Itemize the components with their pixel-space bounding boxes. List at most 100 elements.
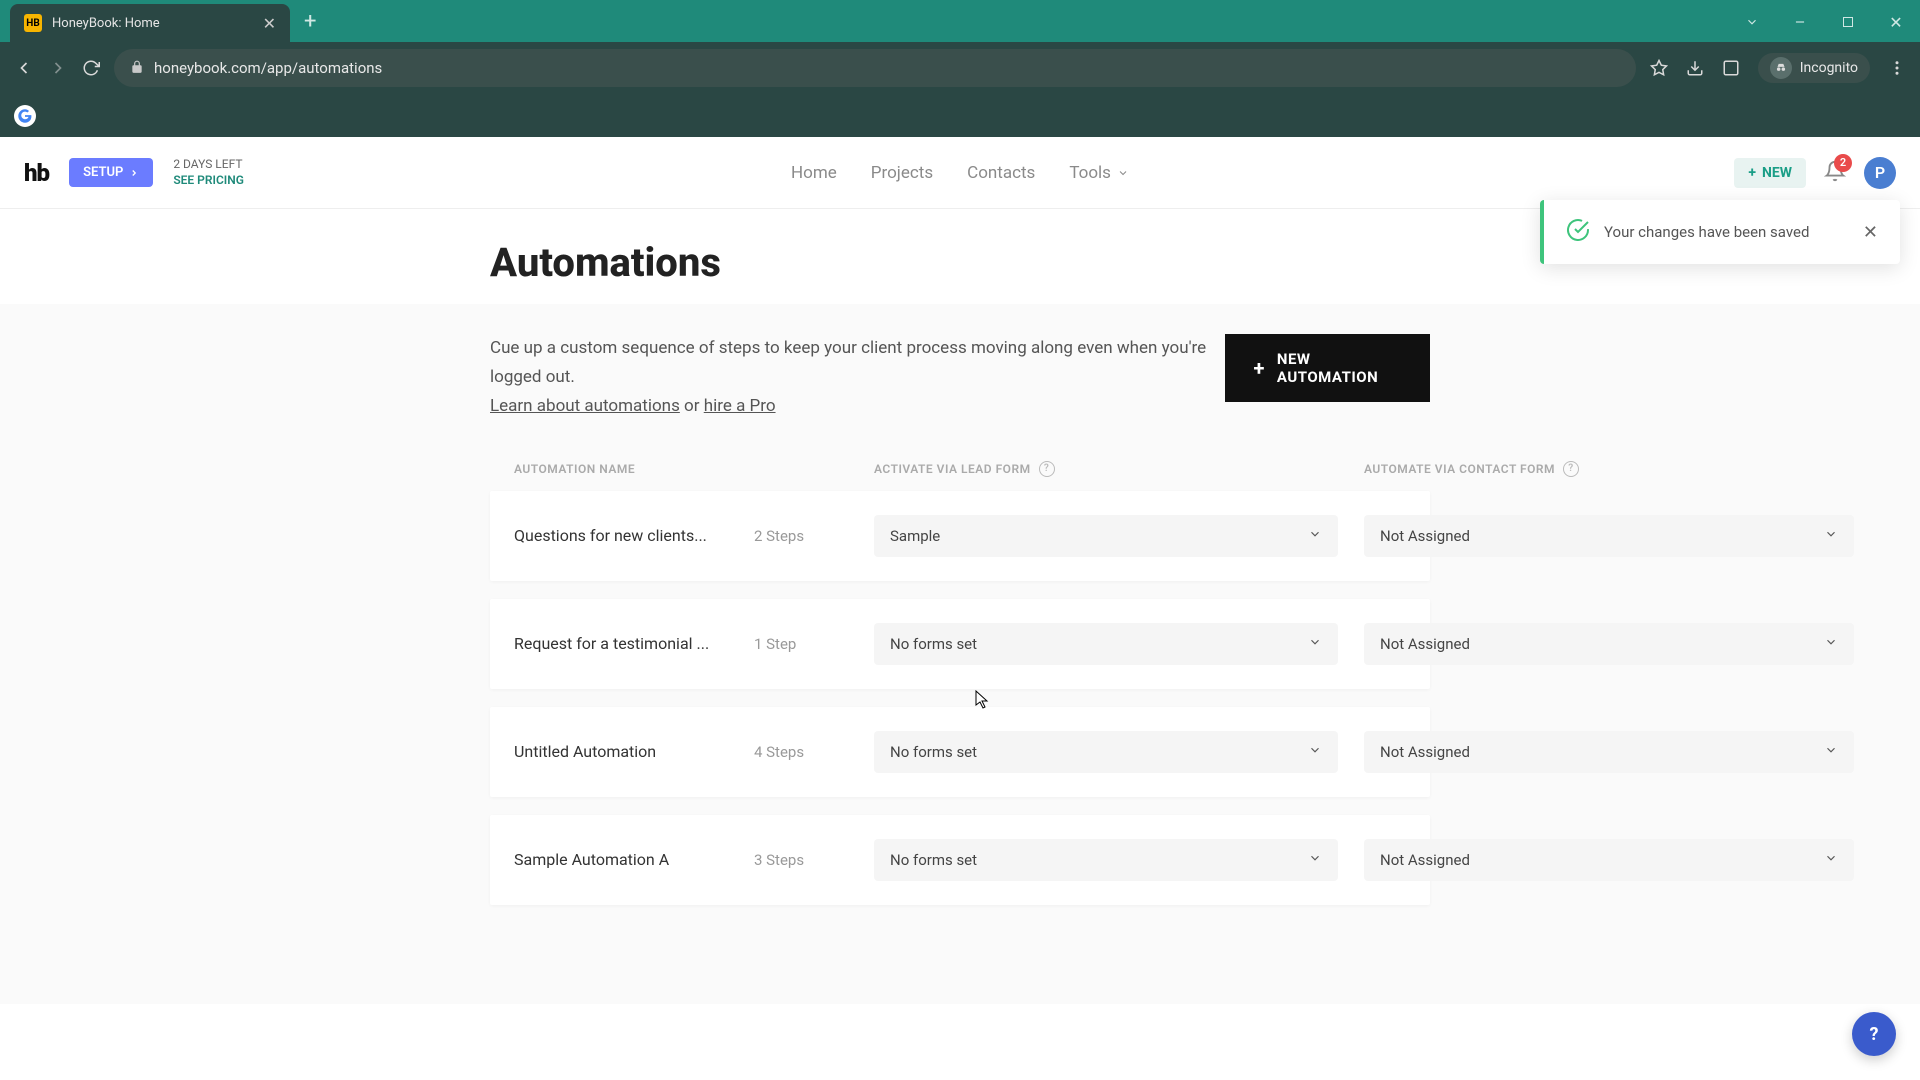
help-icon[interactable]: ? — [1039, 461, 1055, 477]
automation-steps: 1 Step — [754, 635, 874, 653]
menu-icon[interactable] — [1888, 59, 1906, 77]
plus-icon: + — [1253, 356, 1264, 380]
see-pricing-link[interactable]: SEE PRICING — [173, 173, 244, 189]
close-icon[interactable]: ✕ — [1863, 222, 1878, 243]
new-button[interactable]: + NEW — [1734, 158, 1806, 188]
learn-link[interactable]: Learn about automations — [490, 396, 680, 416]
url-text: honeybook.com/app/automations — [154, 59, 382, 77]
minimize-icon[interactable] — [1786, 8, 1814, 36]
col-lead-label: ACTIVATE VIA LEAD FORM — [874, 462, 1031, 476]
lead-form-dropdown[interactable]: No forms set — [874, 623, 1338, 665]
tab-title: HoneyBook: Home — [52, 16, 160, 31]
check-circle-icon — [1566, 218, 1590, 246]
chevron-down-icon[interactable] — [1738, 8, 1766, 36]
setup-button[interactable]: SETUP — [69, 158, 153, 187]
help-icon[interactable]: ? — [1563, 461, 1579, 477]
extensions-icon[interactable] — [1722, 59, 1740, 77]
table-row[interactable]: Sample Automation A 3 Steps No forms set… — [490, 815, 1430, 905]
browser-tab[interactable]: HB HoneyBook: Home ✕ — [10, 4, 290, 42]
lead-form-dropdown[interactable]: No forms set — [874, 731, 1338, 773]
col-lead: ACTIVATE VIA LEAD FORM ? — [874, 461, 1364, 477]
chevron-down-icon — [1824, 527, 1838, 545]
table-row[interactable]: Untitled Automation 4 Steps No forms set… — [490, 707, 1430, 797]
chevron-down-icon — [1117, 167, 1129, 179]
automation-steps: 2 Steps — [754, 527, 874, 545]
table-header: AUTOMATION NAME ACTIVATE VIA LEAD FORM ?… — [490, 461, 1430, 491]
notif-badge: 2 — [1834, 154, 1852, 172]
chevron-down-icon — [1308, 527, 1322, 545]
close-icon[interactable]: ✕ — [263, 14, 276, 33]
download-icon[interactable] — [1686, 59, 1704, 77]
close-window-icon[interactable]: ✕ — [1882, 8, 1910, 36]
trial-info: 2 DAYS LEFT SEE PRICING — [173, 157, 244, 188]
forward-icon[interactable] — [48, 58, 68, 78]
star-icon[interactable] — [1650, 59, 1668, 77]
chevron-down-icon — [1824, 851, 1838, 869]
favicon-icon: HB — [24, 14, 42, 32]
back-icon[interactable] — [14, 58, 34, 78]
maximize-icon[interactable] — [1834, 8, 1862, 36]
app-logo[interactable]: hb — [24, 159, 49, 187]
col-contact: AUTOMATE VIA CONTACT FORM ? — [1364, 461, 1854, 477]
dropdown-value: No forms set — [890, 743, 977, 761]
nav-bar: honeybook.com/app/automations Incognito — [0, 42, 1920, 94]
col-name: AUTOMATION NAME — [514, 461, 874, 477]
automation-name: Request for a testimonial ... — [514, 634, 754, 653]
incognito-indicator[interactable]: Incognito — [1758, 53, 1870, 83]
contact-form-dropdown[interactable]: Not Assigned — [1364, 731, 1854, 773]
google-bookmark-icon[interactable] — [14, 105, 36, 127]
new-automation-button[interactable]: + NEW AUTOMATION — [1225, 334, 1430, 402]
page-title: Automations — [490, 239, 1430, 286]
nav-tools-label: Tools — [1069, 163, 1111, 183]
table-row[interactable]: Request for a testimonial ... 1 Step No … — [490, 599, 1430, 689]
notification-bell[interactable]: 2 — [1824, 160, 1846, 186]
automation-name: Sample Automation A — [514, 850, 754, 869]
automation-steps: 3 Steps — [754, 851, 874, 869]
main-nav: Home Projects Contacts Tools — [791, 163, 1129, 183]
new-automation-label: NEW AUTOMATION — [1277, 350, 1402, 386]
nav-contacts[interactable]: Contacts — [967, 163, 1035, 183]
bookmark-bar — [0, 94, 1920, 137]
contact-form-dropdown[interactable]: Not Assigned — [1364, 623, 1854, 665]
hire-pro-link[interactable]: hire a Pro — [704, 396, 776, 416]
contact-form-dropdown[interactable]: Not Assigned — [1364, 515, 1854, 557]
table-row[interactable]: Questions for new clients... 2 Steps Sam… — [490, 491, 1430, 581]
nav-home[interactable]: Home — [791, 163, 837, 183]
automation-name: Questions for new clients... — [514, 526, 754, 545]
dropdown-value: Sample — [890, 527, 940, 545]
lead-form-dropdown[interactable]: No forms set — [874, 839, 1338, 881]
toast-message: Your changes have been saved — [1604, 223, 1809, 241]
new-tab-button[interactable]: + — [304, 9, 316, 34]
incognito-label: Incognito — [1800, 60, 1858, 76]
nav-projects[interactable]: Projects — [871, 163, 933, 183]
toast-notification: Your changes have been saved ✕ — [1540, 200, 1900, 264]
help-fab[interactable]: ? — [1852, 1012, 1896, 1056]
chevron-down-icon — [1308, 743, 1322, 761]
trial-days: 2 DAYS LEFT — [173, 157, 244, 173]
automation-name: Untitled Automation — [514, 742, 754, 761]
contact-form-dropdown[interactable]: Not Assigned — [1364, 839, 1854, 881]
chevron-down-icon — [1824, 743, 1838, 761]
lock-icon — [130, 59, 144, 78]
setup-label: SETUP — [83, 165, 123, 180]
or-text: or — [680, 396, 704, 416]
dropdown-value: No forms set — [890, 851, 977, 869]
chevron-down-icon — [1824, 635, 1838, 653]
nav-tools[interactable]: Tools — [1069, 163, 1129, 183]
dropdown-value: Not Assigned — [1380, 743, 1470, 761]
plus-icon: + — [1748, 165, 1756, 181]
incognito-icon — [1770, 57, 1792, 79]
dropdown-value: Not Assigned — [1380, 851, 1470, 869]
page-content: Automations Cue up a custom sequence of … — [0, 209, 1920, 1004]
chevron-right-icon — [129, 168, 139, 178]
reload-icon[interactable] — [82, 59, 100, 77]
url-bar[interactable]: honeybook.com/app/automations — [114, 49, 1636, 87]
dropdown-value: Not Assigned — [1380, 527, 1470, 545]
avatar[interactable]: P — [1864, 157, 1896, 189]
tab-bar: HB HoneyBook: Home ✕ + ✕ — [0, 0, 1920, 42]
browser-chrome: HB HoneyBook: Home ✕ + ✕ honeybook.com/a… — [0, 0, 1920, 137]
app-header: hb SETUP 2 DAYS LEFT SEE PRICING Home Pr… — [0, 137, 1920, 209]
subhead-text: Cue up a custom sequence of steps to kee… — [490, 338, 1206, 387]
lead-form-dropdown[interactable]: Sample — [874, 515, 1338, 557]
window-controls: ✕ — [1738, 8, 1910, 36]
